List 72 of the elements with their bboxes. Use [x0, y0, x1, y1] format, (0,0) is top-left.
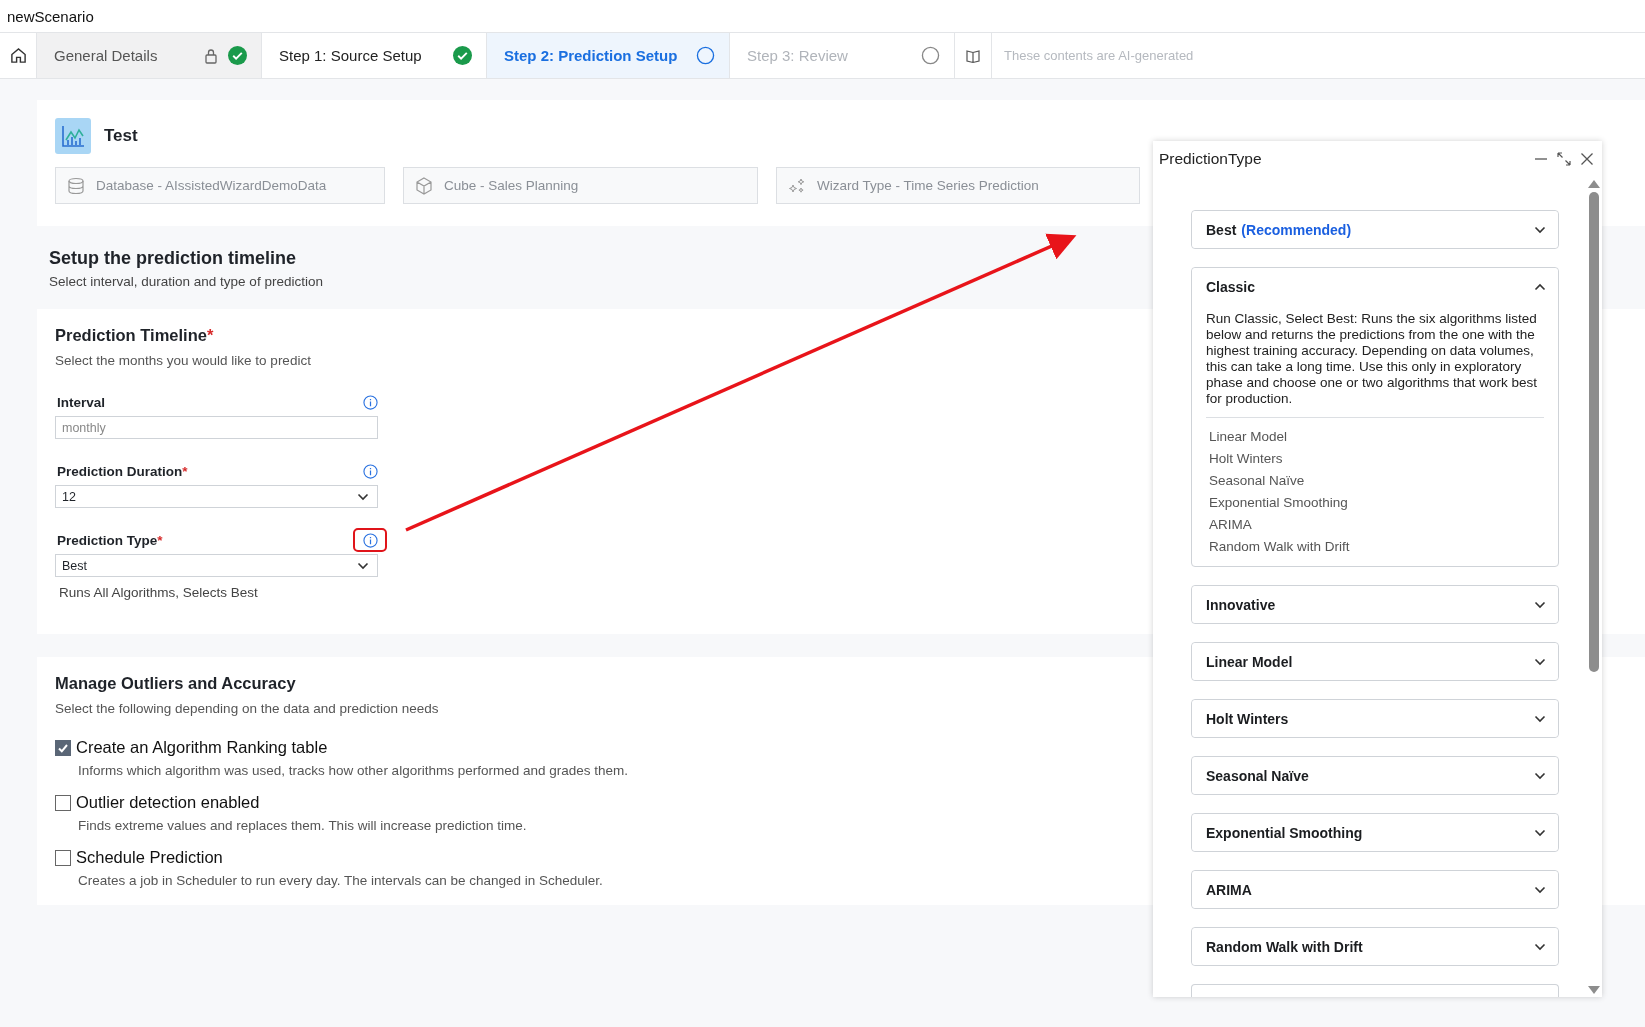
chevron-down-icon [1534, 225, 1546, 234]
panel-title: PredictionType [1159, 150, 1262, 168]
chevron-down-icon [1534, 600, 1546, 609]
accordion-header[interactable]: ARIMA [1192, 871, 1558, 908]
section-subtitle: Select interval, duration and type of prediction [49, 274, 323, 289]
accordion-header[interactable]: Random Walk with Drift [1192, 928, 1558, 965]
info-chip: Database - AIssistedWizardDemoData [55, 167, 385, 204]
chart-logo-icon [55, 118, 91, 154]
field-label: Prediction Duration [57, 463, 183, 479]
card-subtitle: Select the months you would like to predict [55, 353, 311, 368]
accordion-header[interactable]: Innovative [1192, 586, 1558, 623]
required-mark: * [157, 532, 163, 548]
database-icon [66, 175, 86, 196]
chevron-up-icon [1534, 282, 1546, 291]
algorithm-name: Exponential Smoothing [1209, 494, 1349, 512]
card-title: Manage Outliers and Accuracy [55, 674, 296, 693]
field-hint: Runs All Algorithms, Selects Best [58, 585, 258, 600]
option-label: Create an Algorithm Ranking table [76, 738, 328, 757]
algorithm-name: Random Walk with Drift [1209, 538, 1351, 556]
scroll-down-icon[interactable] [1588, 986, 1600, 995]
chevron-down-icon [1534, 942, 1546, 951]
accordion-header[interactable]: Seasonal Naïve [1192, 757, 1558, 794]
scenario-title: Test [104, 126, 138, 146]
card-subtitle: Select the following depending on the data and prediction needs [55, 701, 439, 716]
chevron-down-icon [1534, 885, 1546, 894]
expand-icon[interactable] [1557, 152, 1571, 166]
ai-notice: These contents are AI-generated [1003, 47, 1194, 65]
accordion-header[interactable]: Best (Recommended) [1192, 211, 1558, 248]
chevron-down-icon [1534, 771, 1546, 780]
required-mark: * [206, 326, 214, 345]
algorithm-name: ARIMA [1209, 516, 1253, 534]
chevron-down-icon [1534, 828, 1546, 837]
dropdown[interactable]: Best [55, 554, 378, 577]
option-description: Finds extreme values and replaces them. This will increase prediction time. [78, 818, 527, 833]
info-icon[interactable] [362, 532, 378, 548]
dropdown[interactable]: 12 [55, 485, 378, 508]
step-tab[interactable]: General Details [37, 33, 262, 78]
checkbox[interactable] [55, 849, 71, 866]
home-icon [9, 47, 27, 64]
description: Run Classic, Select Best: Runs the six algorithms listed below and returns the predictions from the one with the highest training accuracy. Depending on data volumes, this can take a long time. Use this only in exploratory phase and choose one or two algorithms that work best for production. [1206, 311, 1544, 418]
algorithm-name: Holt Winters [1209, 450, 1284, 468]
chevron-down-icon [357, 492, 369, 501]
chevron-down-icon [1534, 714, 1546, 723]
info-chip: Cube - Sales Planning [403, 167, 758, 204]
book-icon[interactable] [965, 47, 981, 64]
info-chip: Wizard Type - Time Series Prediction [776, 167, 1140, 204]
accordion-header[interactable]: Linear Model [1192, 643, 1558, 680]
algorithm-name: Seasonal Naïve [1209, 472, 1306, 490]
window-title: newScenario [7, 7, 94, 25]
algorithm-name: Linear Model [1209, 428, 1289, 446]
chevron-down-icon [1534, 657, 1546, 666]
section-title: Setup the prediction timeline [49, 248, 297, 269]
required-mark: * [182, 463, 188, 479]
checkbox[interactable] [55, 794, 71, 811]
step-tab[interactable]: Step 2: Prediction Setup [487, 33, 730, 78]
close-icon[interactable] [1580, 152, 1594, 166]
card-title: Prediction Timeline [55, 326, 207, 345]
option-description: Informs which algorithm was used, tracks how other algorithms performed and grades them. [78, 763, 628, 778]
accordion-header[interactable]: Holt Winters [1192, 700, 1558, 737]
checkbox[interactable] [55, 739, 71, 756]
info-icon[interactable] [362, 463, 378, 479]
scrollbar-thumb[interactable] [1589, 192, 1599, 672]
chevron-down-icon [357, 561, 369, 570]
field-label: Interval [57, 394, 106, 410]
field-label: Prediction Type [57, 532, 158, 548]
option-label: Schedule Prediction [76, 848, 223, 867]
option-description: Creates a job in Scheduler to run every day. The intervals can be changed in Scheduler. [78, 873, 603, 888]
scroll-up-icon[interactable] [1588, 179, 1600, 188]
lock-icon [204, 47, 218, 64]
cube-icon [414, 175, 434, 196]
accordion-header[interactable]: Exponential Smoothing [1192, 814, 1558, 851]
option-label: Outlier detection enabled [76, 793, 260, 812]
